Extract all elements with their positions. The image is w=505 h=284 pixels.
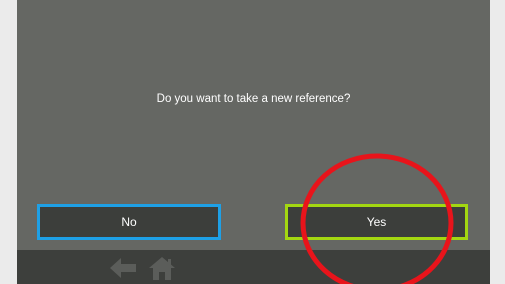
- no-button[interactable]: No: [37, 204, 221, 240]
- back-arrow-icon[interactable]: [108, 256, 138, 280]
- dialog-screen: Do you want to take a new reference? No …: [17, 0, 490, 284]
- dialog-message: Do you want to take a new reference?: [156, 93, 351, 105]
- yes-button-label: Yes: [366, 215, 387, 229]
- bottom-navbar: [17, 250, 490, 284]
- no-button-label: No: [121, 215, 137, 229]
- yes-button[interactable]: Yes: [285, 204, 468, 240]
- home-icon[interactable]: [148, 256, 176, 280]
